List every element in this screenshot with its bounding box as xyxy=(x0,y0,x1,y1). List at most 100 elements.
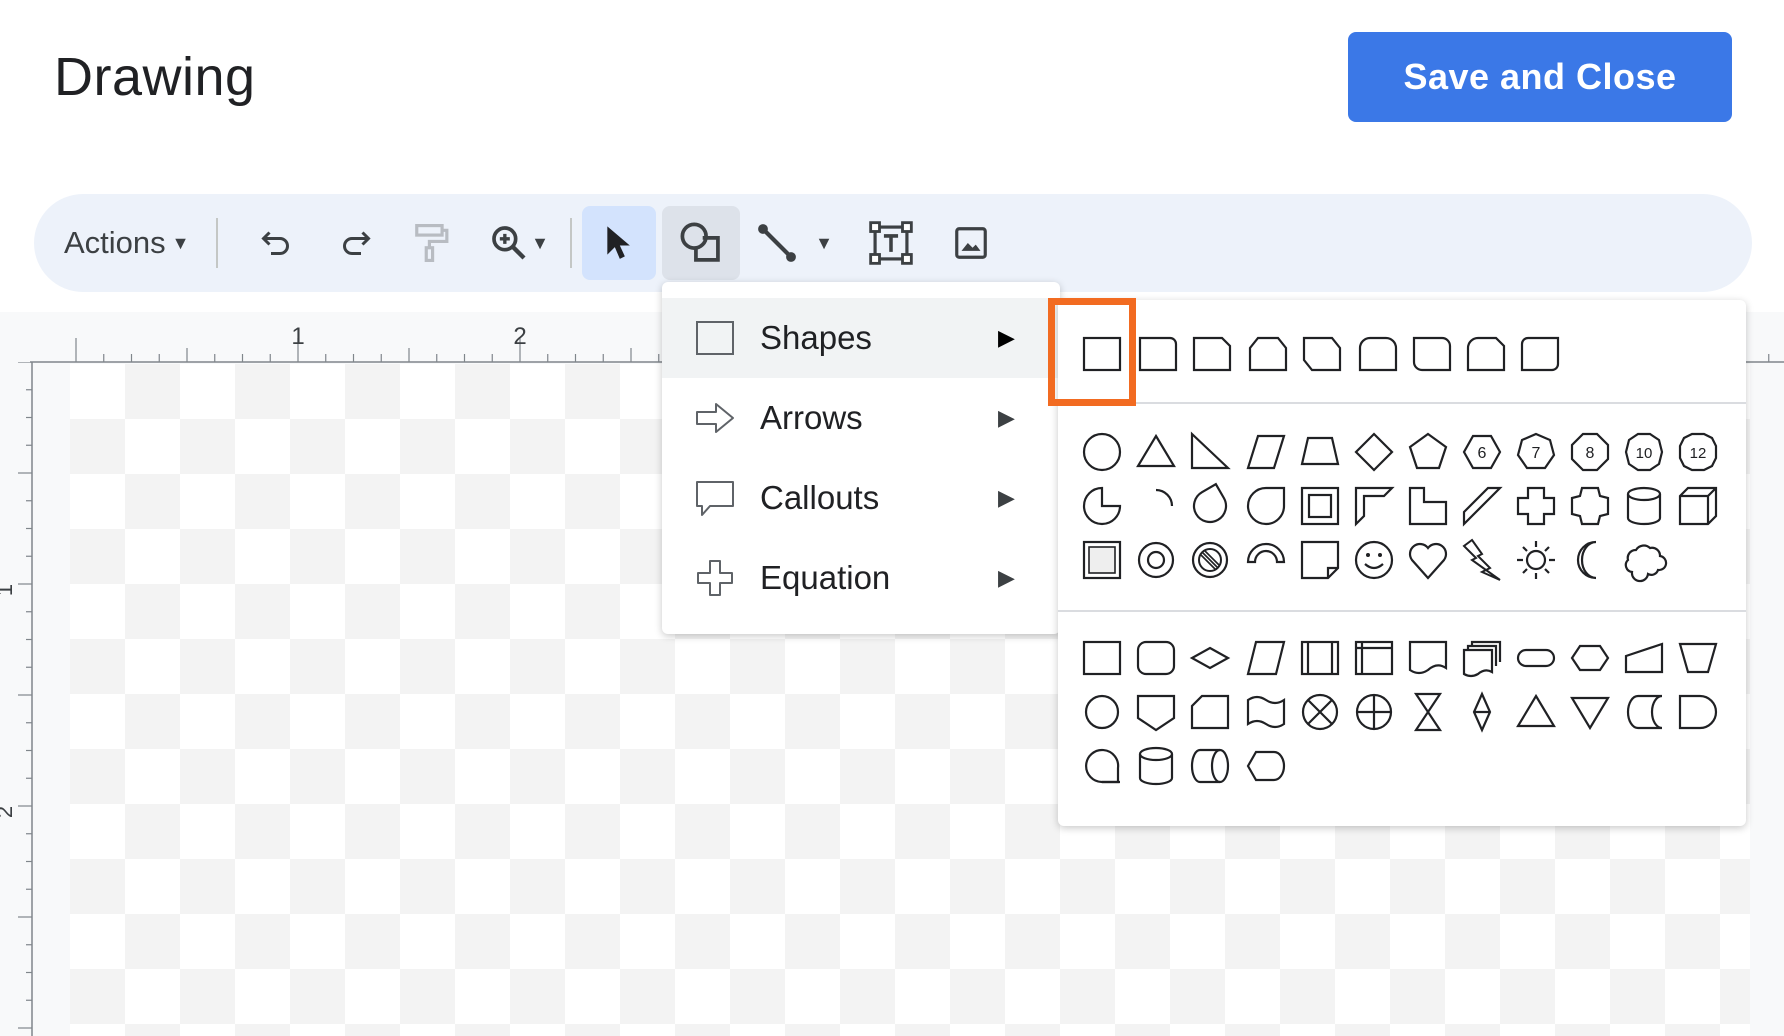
decagon-shape-icon[interactable]: 10 xyxy=(1620,428,1668,476)
block-arc-shape-icon[interactable] xyxy=(1242,536,1290,584)
select-button[interactable] xyxy=(582,206,656,280)
snip-same-side-shape-icon[interactable] xyxy=(1244,330,1292,378)
rounded-rectangle-shape-icon[interactable] xyxy=(1516,330,1564,378)
submenu-divider xyxy=(1058,610,1746,612)
folded-corner-shape-icon[interactable] xyxy=(1296,536,1344,584)
right-triangle-shape-icon[interactable] xyxy=(1186,428,1234,476)
shape-button[interactable] xyxy=(662,206,740,280)
frame-shape-icon[interactable] xyxy=(1296,482,1344,530)
arc-shape-icon[interactable] xyxy=(1132,482,1180,530)
flowchart-delay-shape-icon[interactable] xyxy=(1674,688,1722,736)
octagon-shape-icon[interactable]: 8 xyxy=(1566,428,1614,476)
flowchart-sort-shape-icon[interactable] xyxy=(1458,688,1506,736)
flowchart-document-shape-icon[interactable] xyxy=(1404,634,1452,682)
cloud-shape-icon[interactable] xyxy=(1620,536,1668,584)
flowchart-extract-shape-icon[interactable] xyxy=(1512,688,1560,736)
flowchart-data-shape-icon[interactable] xyxy=(1242,634,1290,682)
menu-item-equation[interactable]: Equation ▶ xyxy=(662,538,1060,618)
undo-button[interactable] xyxy=(246,212,308,274)
flowchart-magnetic-disk-shape-icon[interactable] xyxy=(1132,742,1180,790)
flowchart-alternate-process-shape-icon[interactable] xyxy=(1132,634,1180,682)
flowchart-process-shape-icon[interactable] xyxy=(1078,634,1126,682)
hexagon-shape-icon[interactable]: 6 xyxy=(1458,428,1506,476)
shape-menu: Shapes ▶ Arrows ▶ Callouts ▶ Equation ▶ xyxy=(662,282,1060,634)
round-same-side-shape-icon[interactable] xyxy=(1354,330,1402,378)
trapezoid-shape-icon[interactable] xyxy=(1296,428,1344,476)
diagonal-stripe-shape-icon[interactable] xyxy=(1458,482,1506,530)
cube-shape-icon[interactable] xyxy=(1674,482,1722,530)
flowchart-offpage-connector-shape-icon[interactable] xyxy=(1132,688,1180,736)
flowchart-direct-access-storage-shape-icon[interactable] xyxy=(1186,742,1234,790)
menu-item-label: Arrows xyxy=(760,399,863,436)
pentagon-shape-icon[interactable] xyxy=(1404,428,1452,476)
smiley-face-shape-icon[interactable] xyxy=(1350,536,1398,584)
flowchart-terminator-shape-icon[interactable] xyxy=(1512,634,1560,682)
flowchart-sequential-access-storage-shape-icon[interactable] xyxy=(1078,742,1126,790)
flowchart-punched-tape-shape-icon[interactable] xyxy=(1242,688,1290,736)
flowchart-multidocument-shape-icon[interactable] xyxy=(1458,634,1506,682)
flowchart-or-shape-icon[interactable] xyxy=(1350,688,1398,736)
diamond-shape-icon[interactable] xyxy=(1350,428,1398,476)
lightning-bolt-shape-icon[interactable] xyxy=(1458,536,1506,584)
menu-item-label: Shapes xyxy=(760,319,872,356)
plus-shape-icon[interactable] xyxy=(1512,482,1560,530)
line-dropdown-button[interactable]: ▼ xyxy=(812,228,836,258)
donut-shape-icon[interactable] xyxy=(1132,536,1180,584)
flowchart-merge-shape-icon[interactable] xyxy=(1566,688,1614,736)
dodecagon-shape-icon[interactable]: 12 xyxy=(1674,428,1722,476)
redo-button[interactable] xyxy=(324,212,386,274)
snip-diagonal-shape-icon[interactable] xyxy=(1298,330,1346,378)
caret-down-icon: ▼ xyxy=(531,232,549,253)
menu-item-label: Callouts xyxy=(760,479,880,516)
flowchart-preparation-shape-icon[interactable] xyxy=(1566,634,1614,682)
undo-icon xyxy=(261,231,289,255)
bevel-shape-icon[interactable] xyxy=(1078,536,1126,584)
heart-shape-icon[interactable] xyxy=(1404,536,1452,584)
snip-single-corner-shape-icon[interactable] xyxy=(1188,330,1236,378)
can-shape-icon[interactable] xyxy=(1620,482,1668,530)
half-frame-shape-icon[interactable] xyxy=(1350,482,1398,530)
pie-shape-icon[interactable] xyxy=(1078,482,1126,530)
flowchart-card-shape-icon[interactable] xyxy=(1186,688,1234,736)
snip-round-corner-shape-icon[interactable] xyxy=(1462,330,1510,378)
moon-shape-icon[interactable] xyxy=(1566,536,1614,584)
line-button[interactable] xyxy=(746,212,808,274)
flowchart-manual-operation-shape-icon[interactable] xyxy=(1674,634,1722,682)
flowchart-display-shape-icon[interactable] xyxy=(1242,742,1290,790)
flowchart-connector-shape-icon[interactable] xyxy=(1078,688,1126,736)
zoom-dropdown-button[interactable]: ▼ xyxy=(528,228,552,258)
paint-format-button[interactable] xyxy=(400,212,462,274)
save-and-close-button[interactable]: Save and Close xyxy=(1348,32,1732,122)
image-button[interactable] xyxy=(940,212,1002,274)
menu-item-shapes[interactable]: Shapes ▶ xyxy=(662,298,1060,378)
submenu-arrow-icon: ▶ xyxy=(998,485,1015,510)
flowchart-internal-storage-shape-icon[interactable] xyxy=(1350,634,1398,682)
round-single-corner-shape-icon[interactable] xyxy=(1134,330,1182,378)
no-symbol-shape-icon[interactable] xyxy=(1186,536,1234,584)
round-diagonal-shape-icon[interactable] xyxy=(1408,330,1456,378)
redo-icon xyxy=(343,231,371,255)
heptagon-shape-icon[interactable]: 7 xyxy=(1512,428,1560,476)
octagon-label: 8 xyxy=(1586,445,1595,462)
chord-shape-icon[interactable] xyxy=(1242,482,1290,530)
flowchart-collate-shape-icon[interactable] xyxy=(1404,688,1452,736)
ruler-top-label-1: 1 xyxy=(291,323,304,350)
flowchart-summing-junction-shape-icon[interactable] xyxy=(1296,688,1344,736)
menu-item-arrows[interactable]: Arrows ▶ xyxy=(662,378,1060,458)
ellipse-shape-icon[interactable] xyxy=(1078,428,1126,476)
flowchart-predefined-process-shape-icon[interactable] xyxy=(1296,634,1344,682)
submenu-arrow-icon: ▶ xyxy=(998,565,1015,590)
flowchart-stored-data-shape-icon[interactable] xyxy=(1620,688,1668,736)
sun-shape-icon[interactable] xyxy=(1512,536,1560,584)
actions-menu-button[interactable]: Actions ▼ xyxy=(64,213,190,273)
octagon-cross-shape-icon[interactable] xyxy=(1566,482,1614,530)
toolbar-divider xyxy=(216,218,218,268)
menu-item-callouts[interactable]: Callouts ▶ xyxy=(662,458,1060,538)
flowchart-manual-input-shape-icon[interactable] xyxy=(1620,634,1668,682)
teardrop-shape-icon[interactable] xyxy=(1186,482,1234,530)
parallelogram-shape-icon[interactable] xyxy=(1242,428,1290,476)
corner-shape-icon[interactable] xyxy=(1404,482,1452,530)
flowchart-decision-shape-icon[interactable] xyxy=(1186,634,1234,682)
text-box-button[interactable] xyxy=(860,212,922,274)
triangle-shape-icon[interactable] xyxy=(1132,428,1180,476)
